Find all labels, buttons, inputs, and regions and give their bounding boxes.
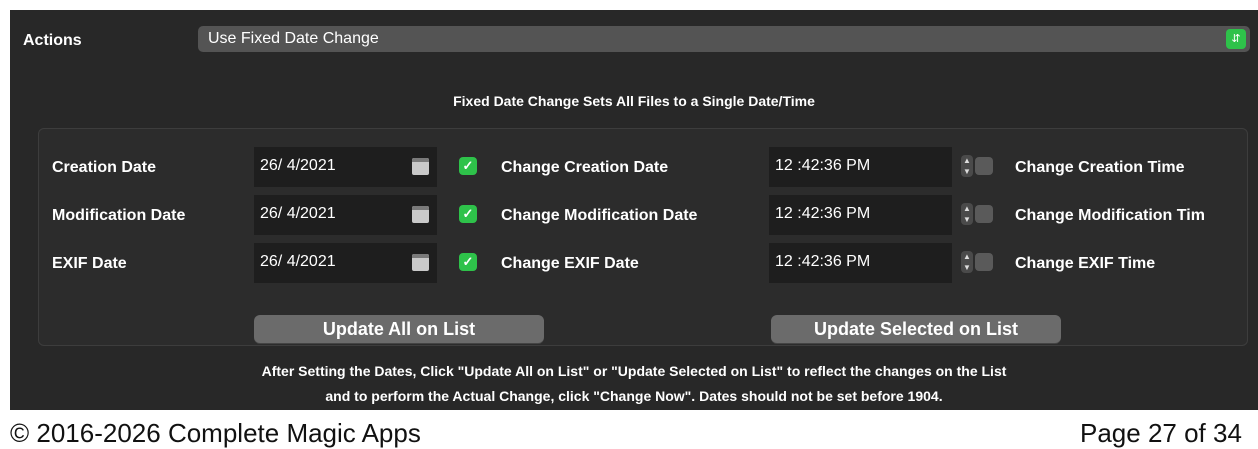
time-value: 12 :42:36 PM [775, 253, 871, 270]
checkbox-label: Change EXIF Time [1015, 255, 1156, 272]
change-exif-date-checkbox[interactable]: ✓ [459, 253, 477, 271]
date-row-exif: EXIF Date 26/ 4/2021 ✓ Change EXIF Date … [39, 243, 1249, 283]
change-modification-time-checkbox[interactable] [975, 205, 993, 223]
page-number: Page 27 of 34 [1080, 418, 1242, 448]
date-value: 26/ 4/2021 [260, 205, 336, 222]
section-subtitle: Fixed Date Change Sets All Files to a Si… [453, 93, 815, 109]
change-modification-date-checkbox[interactable]: ✓ [459, 205, 477, 223]
calendar-icon[interactable] [412, 206, 429, 223]
copyright-text: © 2016-2026 Complete Magic Apps [10, 418, 421, 448]
calendar-icon[interactable] [412, 158, 429, 175]
time-stepper-icon[interactable]: ▲ ▼ [961, 251, 973, 273]
modification-time-field[interactable]: 12 :42:36 PM [769, 195, 952, 235]
instructions-line-1: After Setting the Dates, Click "Update A… [261, 363, 1007, 379]
time-stepper-icon[interactable]: ▲ ▼ [961, 155, 973, 177]
row-label: EXIF Date [52, 255, 127, 272]
update-all-button[interactable]: Update All on List [254, 315, 544, 343]
checkbox-label: Change Creation Time [1015, 159, 1185, 176]
date-value: 26/ 4/2021 [260, 157, 336, 174]
instructions-line-2: and to perform the Actual Change, click … [325, 388, 943, 404]
checkbox-label: Change Modification Date [501, 207, 698, 224]
change-creation-date-checkbox[interactable]: ✓ [459, 157, 477, 175]
date-row-modification: Modification Date 26/ 4/2021 ✓ Change Mo… [39, 195, 1249, 235]
change-exif-time-checkbox[interactable] [975, 253, 993, 271]
date-row-creation: Creation Date 26/ 4/2021 ✓ Change Creati… [39, 147, 1249, 187]
creation-time-field[interactable]: 12 :42:36 PM [769, 147, 952, 187]
checkbox-label: Change Modification Tim [1015, 207, 1205, 224]
chevron-updown-icon: ⇵ [1226, 29, 1246, 49]
checkbox-label: Change Creation Date [501, 159, 669, 176]
exif-date-field[interactable]: 26/ 4/2021 [254, 243, 437, 283]
calendar-icon[interactable] [412, 254, 429, 271]
modification-date-field[interactable]: 26/ 4/2021 [254, 195, 437, 235]
row-label: Modification Date [52, 207, 186, 224]
time-stepper-icon[interactable]: ▲ ▼ [961, 203, 973, 225]
date-value: 26/ 4/2021 [260, 253, 336, 270]
change-creation-time-checkbox[interactable] [975, 157, 993, 175]
date-settings-box: Creation Date 26/ 4/2021 ✓ Change Creati… [38, 128, 1248, 346]
exif-time-field[interactable]: 12 :42:36 PM [769, 243, 952, 283]
actions-select[interactable]: Use Fixed Date Change ⇵ [198, 26, 1250, 52]
actions-select-value: Use Fixed Date Change [208, 30, 379, 47]
time-value: 12 :42:36 PM [775, 157, 871, 174]
update-selected-button[interactable]: Update Selected on List [771, 315, 1061, 343]
actions-panel: Actions Use Fixed Date Change ⇵ Fixed Da… [10, 10, 1258, 410]
row-label: Creation Date [52, 159, 157, 176]
time-value: 12 :42:36 PM [775, 205, 871, 222]
checkbox-label: Change EXIF Date [501, 255, 639, 272]
creation-date-field[interactable]: 26/ 4/2021 [254, 147, 437, 187]
actions-label: Actions [23, 32, 82, 49]
